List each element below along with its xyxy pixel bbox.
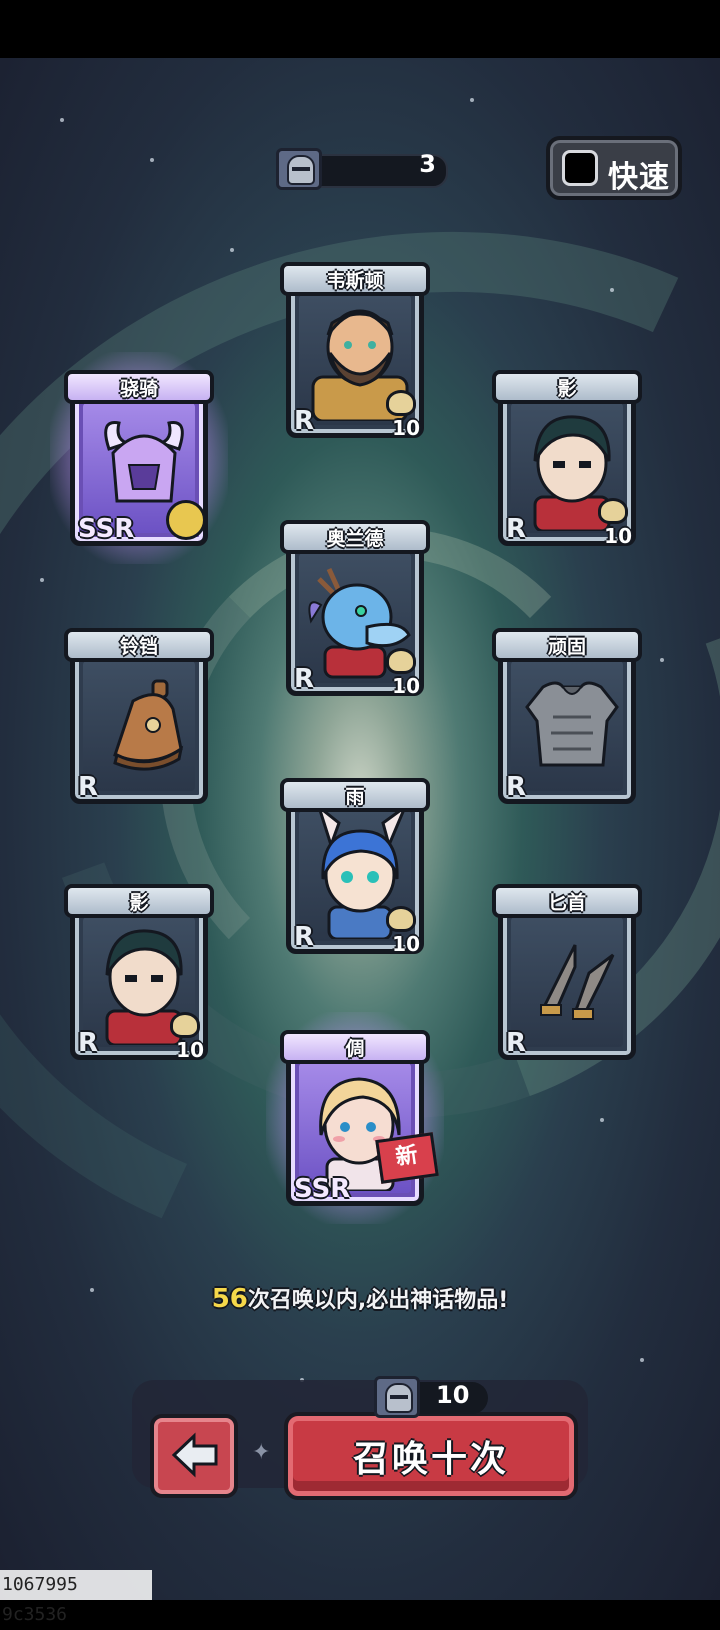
reward-card[interactable]: 雨 R 10 (280, 774, 430, 958)
reward-card[interactable]: 骁骑 SSR (50, 352, 228, 564)
summon-ticket-counter: 3 (276, 148, 448, 190)
card-quantity: 10 (604, 524, 632, 548)
coin-pile-icon (386, 390, 416, 416)
card-name: 顽固 (547, 636, 586, 658)
helmet-ticket-icon (374, 1376, 420, 1418)
card-name: 铃铛 (119, 636, 158, 658)
card-quantity: 10 (176, 1038, 204, 1062)
card-name: 匕首 (547, 892, 586, 914)
card-name: 奥兰德 (326, 528, 384, 550)
fast-checkbox[interactable] (562, 150, 598, 186)
card-name: 骁骑 (119, 378, 158, 400)
rarity-label: SSR (78, 514, 135, 544)
rarity-label: SSR (294, 1174, 351, 1204)
fast-label: 快速 (608, 160, 670, 195)
card-quantity: 10 (392, 932, 420, 956)
summon-label: 召唤十次 (352, 1439, 509, 1480)
reward-card[interactable]: 顽固 R (492, 624, 642, 808)
twin-daggers-icon (540, 944, 615, 1020)
coin-pile-icon (170, 1012, 200, 1038)
summon-cost-value: 10 (436, 1381, 470, 1409)
card-name: 韦斯顿 (326, 270, 384, 292)
rarity-label: R (78, 1028, 99, 1058)
pity-text: 次召唤以内,必出神话物品! (247, 1288, 509, 1313)
chest-armor-icon (525, 681, 619, 767)
status-bar (0, 0, 720, 58)
rarity-label: R (506, 772, 527, 802)
summon-cost: 10 (374, 1376, 492, 1418)
pity-count: 56 (211, 1284, 248, 1314)
debug-label: 1067995 9c3536 (0, 1570, 152, 1625)
rarity-label: R (294, 922, 315, 952)
new-badge: 新 (375, 1132, 439, 1184)
reward-card[interactable]: 倜 新 SSR (266, 1012, 444, 1224)
separator-star-icon: ✦ (252, 1440, 271, 1465)
reward-card[interactable]: 铃铛 R (64, 624, 214, 808)
ticket-count: 3 (419, 150, 436, 178)
rarity-label: R (294, 406, 315, 436)
summon-ten-button[interactable]: 召唤十次 (284, 1412, 578, 1500)
card-name: 倜 (345, 1038, 365, 1060)
coin-pile-icon (386, 648, 416, 674)
rarity-label: R (294, 664, 315, 694)
back-arrow-icon (171, 1432, 218, 1478)
rarity-label: R (78, 772, 99, 802)
back-button[interactable] (150, 1414, 238, 1498)
helmet-ticket-icon (276, 148, 322, 190)
coin-pile-icon (598, 498, 628, 524)
gold-coin-icon (166, 500, 206, 540)
card-quantity: 10 (392, 416, 420, 440)
reward-card[interactable]: 奥兰德 R 10 (280, 516, 430, 700)
bell-icon (113, 679, 184, 771)
card-name: 影 (557, 378, 577, 400)
rarity-label: R (506, 514, 527, 544)
reward-card[interactable]: 影 R 10 (492, 366, 642, 550)
reward-card[interactable]: 影 R 10 (64, 880, 214, 1064)
rarity-label: R (506, 1028, 527, 1058)
pity-message: 56次召唤以内,必出神话物品! (0, 1282, 720, 1314)
card-quantity: 10 (392, 674, 420, 698)
card-name: 雨 (345, 786, 365, 808)
reward-card[interactable]: 匕首 R (492, 880, 642, 1064)
fast-toggle[interactable]: 快速 (546, 136, 682, 200)
card-name: 影 (129, 892, 149, 914)
coin-pile-icon (386, 906, 416, 932)
reward-card[interactable]: 韦斯顿 R 10 (280, 258, 430, 442)
